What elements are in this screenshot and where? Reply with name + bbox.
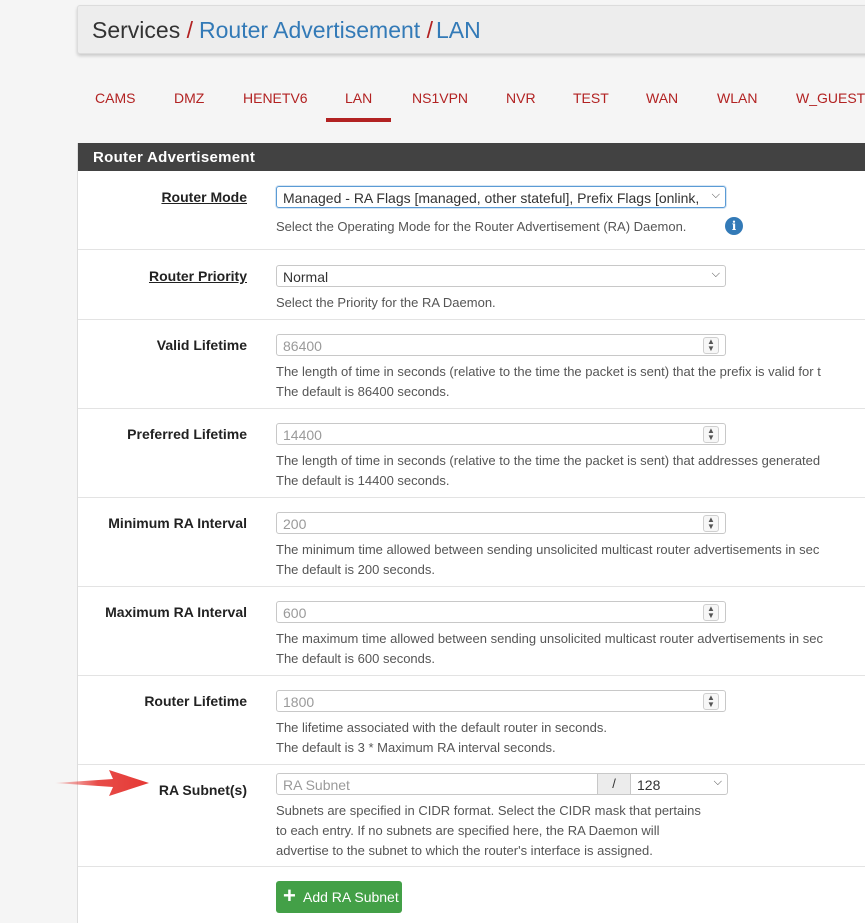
info-icon[interactable]: i <box>725 217 743 235</box>
router-priority-help: Select the Priority for the RA Daemon. <box>276 295 496 310</box>
tab-wan[interactable]: WAN <box>646 90 678 106</box>
tab-nvr[interactable]: NVR <box>506 90 536 106</box>
router-mode-value: Managed - RA Flags [managed, other state… <box>283 190 703 206</box>
ra-subnets-help-line2: to each entry. If no subnets are specifi… <box>276 823 660 838</box>
min-ra-interval-label: Minimum RA Interval <box>108 515 247 531</box>
preferred-lifetime-placeholder: 14400 <box>283 427 322 443</box>
tab-wlan[interactable]: WLAN <box>717 90 757 106</box>
router-priority-value: Normal <box>283 269 329 285</box>
add-ra-subnet-button[interactable]: + Add RA Subnet <box>276 881 402 913</box>
router-lifetime-help: The lifetime associated with the default… <box>276 720 607 735</box>
breadcrumb-lan[interactable]: LAN <box>436 17 481 43</box>
panel-title: Router Advertisement <box>93 149 256 166</box>
spinner-icon[interactable]: ▲ ▼ <box>703 515 719 532</box>
router-lifetime-label: Router Lifetime <box>144 693 247 709</box>
ra-subnets-help-line1: Subnets are specified in CIDR format. Se… <box>276 803 701 818</box>
add-ra-subnet-label: Add RA Subnet <box>303 889 399 905</box>
spinner-icon[interactable]: ▲ ▼ <box>703 604 719 621</box>
max-ra-interval-placeholder: 600 <box>283 605 307 621</box>
preferred-lifetime-input[interactable]: 14400 ▲ ▼ <box>276 423 726 445</box>
valid-lifetime-label: Valid Lifetime <box>156 337 247 353</box>
interface-tabs: CAMS DMZ HENETV6 LAN NS1VPN NVR TEST WAN… <box>77 80 865 125</box>
max-ra-interval-default: The default is 600 seconds. <box>276 651 435 666</box>
red-arrow-icon <box>55 770 149 796</box>
preferred-lifetime-default: The default is 14400 seconds. <box>276 473 450 488</box>
router-lifetime-input[interactable]: 1800 ▲ ▼ <box>276 690 726 712</box>
router-priority-select[interactable]: Normal ⌵ <box>276 265 726 287</box>
row-max-ra-interval: Maximum RA Interval 600 ▲ ▼ The maximum t… <box>78 587 865 676</box>
tab-test[interactable]: TEST <box>573 90 609 106</box>
preferred-lifetime-label: Preferred Lifetime <box>127 426 247 442</box>
breadcrumb-services: Services / <box>92 17 193 43</box>
breadcrumb: Services / Router Advertisement / LAN <box>77 5 865 54</box>
cidr-separator: / <box>598 773 630 795</box>
ra-subnets-label: RA Subnet(s) <box>158 782 247 798</box>
min-ra-interval-help: The minimum time allowed between sending… <box>276 542 820 557</box>
router-lifetime-default: The default is 3 * Maximum RA interval s… <box>276 740 556 755</box>
row-router-lifetime: Router Lifetime 1800 ▲ ▼ The lifetime ass… <box>78 676 865 765</box>
row-min-ra-interval: Minimum RA Interval 200 ▲ ▼ The minimum t… <box>78 498 865 587</box>
row-preferred-lifetime: Preferred Lifetime 14400 ▲ ▼ The length o… <box>78 409 865 498</box>
router-lifetime-placeholder: 1800 <box>283 694 315 710</box>
panel-header: Router Advertisement <box>78 143 865 171</box>
max-ra-interval-label: Maximum RA Interval <box>105 604 247 620</box>
ra-subnet-placeholder: RA Subnet <box>283 777 350 793</box>
row-router-mode: Router Mode Managed - RA Flags [managed,… <box>78 171 865 250</box>
valid-lifetime-help: The length of time in seconds (relative … <box>276 364 821 379</box>
ra-subnets-help-line3: advertise to the subnet to which the rou… <box>276 843 653 858</box>
row-ra-subnets: RA Subnet(s) RA Subnet / 128 ⌵ Subnets a… <box>78 765 865 867</box>
router-mode-label: Router Mode <box>161 189 247 205</box>
router-advertisement-panel: Router Advertisement Router Mode Managed… <box>77 143 865 923</box>
router-mode-help: Select the Operating Mode for the Router… <box>276 219 687 234</box>
valid-lifetime-placeholder: 86400 <box>283 338 322 354</box>
router-priority-label: Router Priority <box>148 268 247 284</box>
router-mode-select[interactable]: Managed - RA Flags [managed, other state… <box>276 186 726 208</box>
chevron-down-icon: ⌵ <box>711 189 720 201</box>
ra-subnet-input[interactable]: RA Subnet <box>276 773 598 795</box>
row-router-priority: Router Priority Normal ⌵ Select the Prio… <box>78 250 865 320</box>
valid-lifetime-input[interactable]: 86400 ▲ ▼ <box>276 334 726 356</box>
preferred-lifetime-help: The length of time in seconds (relative … <box>276 453 821 468</box>
tab-cams[interactable]: CAMS <box>95 90 135 106</box>
page: Services / Router Advertisement / LAN CA… <box>0 0 865 923</box>
spinner-icon[interactable]: ▲ ▼ <box>703 426 719 443</box>
spinner-icon[interactable]: ▲ ▼ <box>703 337 719 354</box>
tab-ns1vpn[interactable]: NS1VPN <box>412 90 468 106</box>
min-ra-interval-default: The default is 200 seconds. <box>276 562 435 577</box>
plus-icon: + <box>283 883 296 908</box>
min-ra-interval-input[interactable]: 200 ▲ ▼ <box>276 512 726 534</box>
min-ra-interval-placeholder: 200 <box>283 516 307 532</box>
active-tab-indicator <box>326 118 391 122</box>
breadcrumb-router-advertisement[interactable]: Router Advertisement / <box>199 17 433 43</box>
cidr-mask-select[interactable]: 128 ⌵ <box>630 773 728 795</box>
tab-lan[interactable]: LAN <box>345 90 372 106</box>
tab-dmz[interactable]: DMZ <box>174 90 204 106</box>
tab-henetv6[interactable]: HENETV6 <box>243 90 308 106</box>
chevron-down-icon: ⌵ <box>713 776 722 788</box>
max-ra-interval-help: The maximum time allowed between sending… <box>276 631 823 646</box>
row-valid-lifetime: Valid Lifetime 86400 ▲ ▼ The length of ti… <box>78 320 865 409</box>
max-ra-interval-input[interactable]: 600 ▲ ▼ <box>276 601 726 623</box>
tab-w-guest[interactable]: W_GUEST <box>796 90 865 106</box>
spinner-icon[interactable]: ▲ ▼ <box>703 693 719 710</box>
valid-lifetime-default: The default is 86400 seconds. <box>276 384 450 399</box>
chevron-down-icon: ⌵ <box>711 268 720 280</box>
cidr-mask-value: 128 <box>637 777 661 793</box>
